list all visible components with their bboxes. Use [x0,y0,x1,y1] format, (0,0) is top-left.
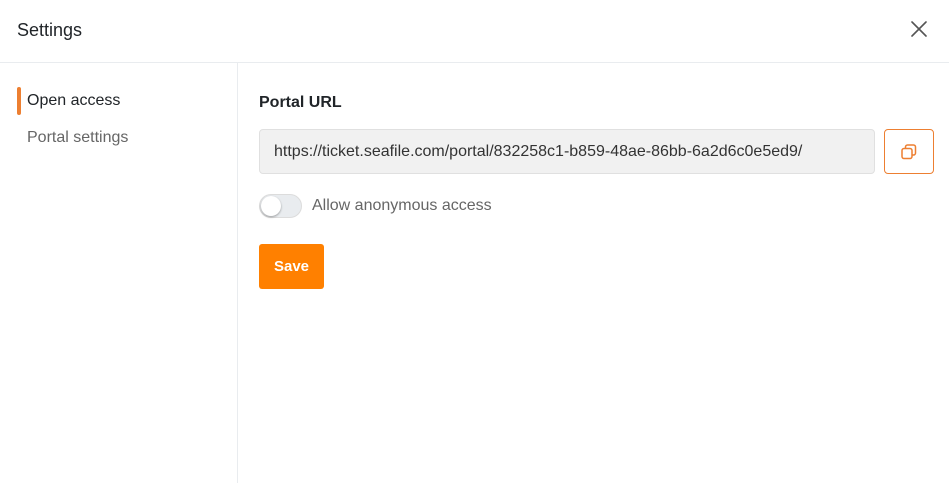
portal-url-field[interactable]: https://ticket.seafile.com/portal/832258… [259,129,875,174]
settings-content: Portal URL https://ticket.seafile.com/po… [259,63,939,483]
dialog-header: Settings [0,0,949,63]
save-button[interactable]: Save [259,244,324,289]
copy-url-button[interactable] [884,129,934,174]
sidebar-item-open-access[interactable]: Open access [0,87,237,115]
settings-sidebar: Open access Portal settings [0,63,238,483]
anonymous-access-row: Allow anonymous access [259,194,492,218]
copy-icon [901,143,917,159]
settings-dialog: Settings Open access Portal settings Por… [0,0,949,483]
close-icon [911,21,927,37]
portal-url-label: Portal URL [259,94,342,111]
anonymous-access-label: Allow anonymous access [312,197,492,214]
close-button[interactable] [906,16,932,42]
anonymous-access-toggle[interactable] [259,194,302,218]
dialog-title: Settings [17,20,83,40]
toggle-knob [261,196,281,216]
sidebar-item-portal-settings[interactable]: Portal settings [0,124,237,152]
